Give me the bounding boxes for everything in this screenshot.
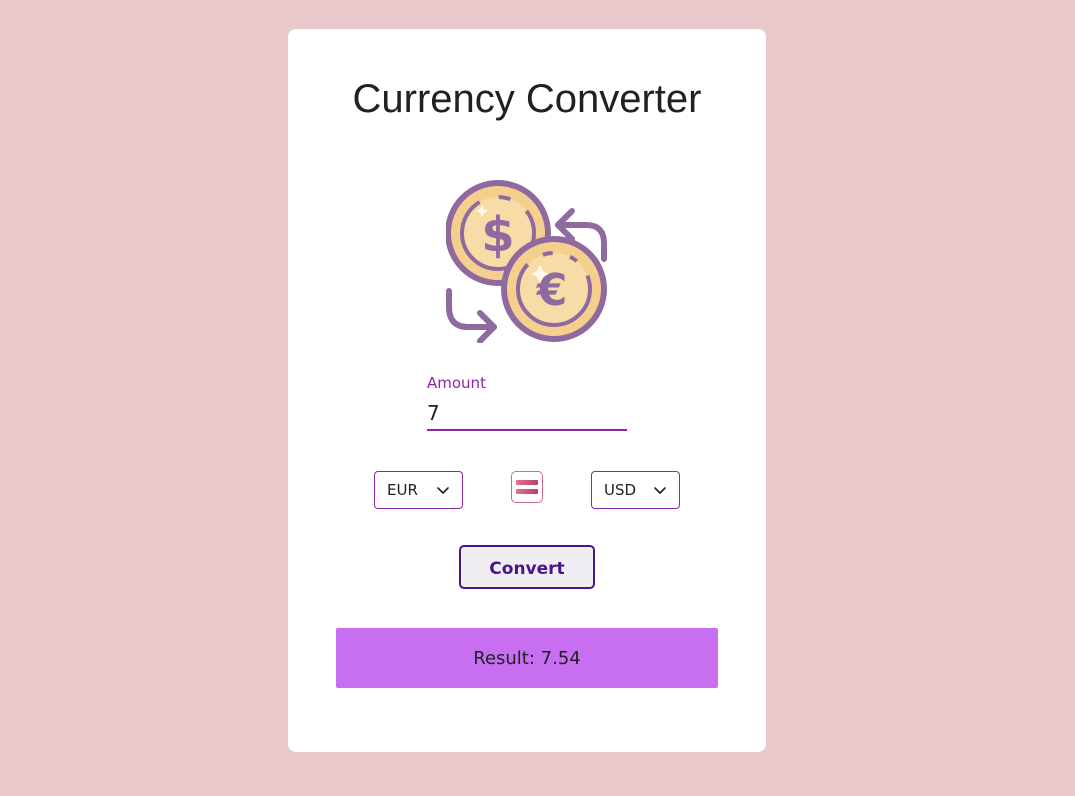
chevron-down-icon xyxy=(437,487,449,494)
to-currency-value: USD xyxy=(604,481,637,499)
result-display: Result: 7.54 xyxy=(336,628,718,688)
swap-icon xyxy=(516,480,538,494)
currency-exchange-icon: $ € xyxy=(445,179,610,344)
convert-button[interactable]: Convert xyxy=(459,545,595,589)
page-title: Currency Converter xyxy=(352,77,702,121)
converter-card: Currency Converter $ € Amount EUR xyxy=(288,29,766,752)
from-currency-select[interactable]: EUR xyxy=(374,471,463,509)
to-currency-select[interactable]: USD xyxy=(591,471,680,509)
chevron-down-icon xyxy=(654,487,666,494)
amount-input[interactable] xyxy=(427,397,627,431)
swap-button[interactable] xyxy=(511,471,543,503)
amount-label: Amount xyxy=(427,374,486,392)
from-currency-value: EUR xyxy=(387,481,418,499)
svg-text:$: $ xyxy=(481,207,514,263)
